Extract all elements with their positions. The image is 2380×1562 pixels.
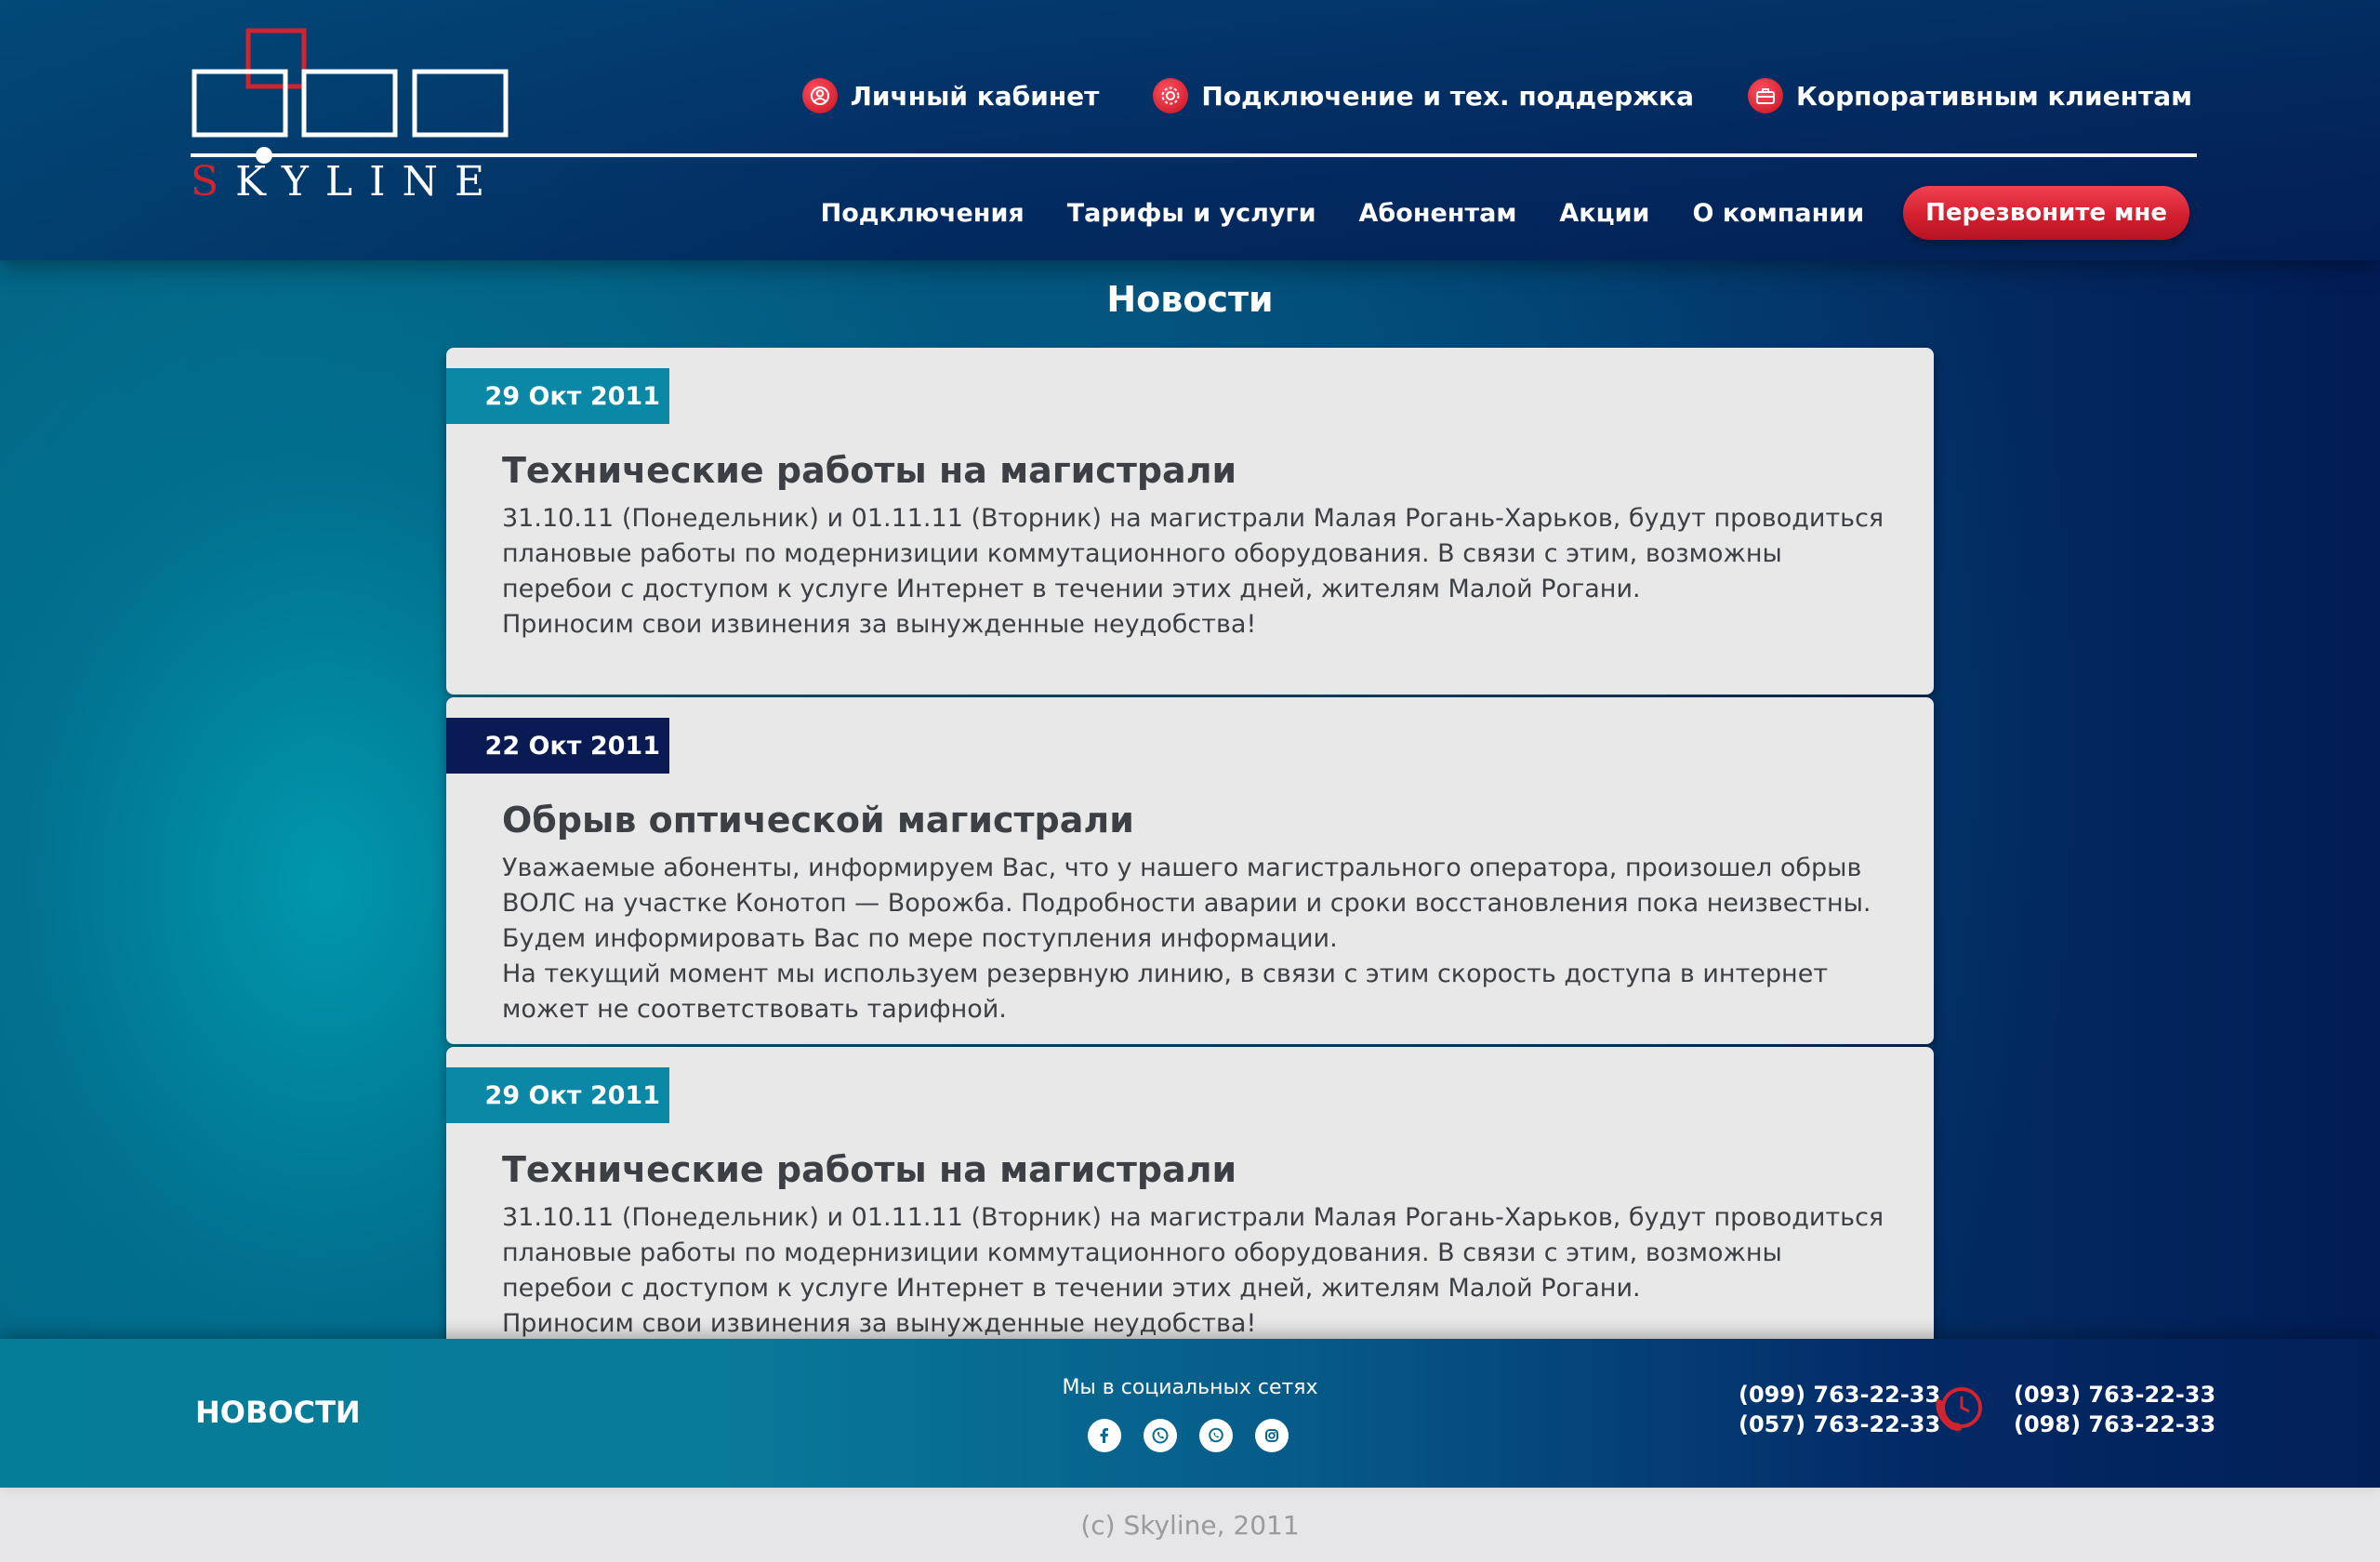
news-title[interactable]: Технические работы на магистрали [502,450,1236,491]
news-card: 29 Окт 2011 Технические работы на магист… [446,348,1934,695]
skyline-logo[interactable]: SKYLINE [191,28,511,205]
top-links: Личный кабинет Подключение и тех. поддер… [801,78,2192,113]
whatsapp-icon[interactable] [1199,1419,1233,1452]
instagram-icon[interactable] [1255,1419,1289,1452]
phone-number[interactable]: (093) 763-22-33 [2014,1380,2215,1410]
page-title: Новости [1106,279,1274,320]
header-divider [191,153,2197,157]
top-link-label: Корпоративным клиентам [1795,80,2192,112]
nav-about[interactable]: О компании [1692,199,1864,228]
top-link-label: Личный кабинет [850,80,1100,112]
logo-wordmark: SKYLINE [191,158,502,205]
phone-list-left: (099) 763-22-33 (057) 763-22-33 [1739,1380,1940,1439]
news-body: 31.10.11 (Понедельник) и 01.11.11 (Вторн… [502,1203,1884,1338]
callback-button[interactable]: Перезвоните мне [1903,186,2189,240]
news-date: 22 Окт 2011 [446,718,669,774]
personal-cabinet-link[interactable]: Личный кабинет [801,78,1100,113]
facebook-icon[interactable] [1088,1419,1121,1452]
nav-tariffs[interactable]: Тарифы и услуги [1067,199,1316,228]
support-link[interactable]: Подключение и тех. поддержка [1153,78,1694,113]
footer: НОВОСТИ Мы в социальных сетях (099) 763-… [0,1339,2380,1488]
gear-icon [1153,78,1189,113]
phone-number[interactable]: (098) 763-22-33 [2014,1410,2215,1439]
news-title[interactable]: Технические работы на магистрали [502,1149,1236,1190]
news-date: 29 Окт 2011 [446,368,669,424]
news-list: 29 Окт 2011 Технические работы на магист… [446,348,1934,1397]
social-icons [1088,1419,1289,1452]
phone-number[interactable]: (099) 763-22-33 [1739,1380,1940,1410]
corporate-clients-link[interactable]: Корпоративным клиентам [1747,78,2192,113]
main-nav: Подключения Тарифы и услуги Абонентам Ак… [821,186,2189,240]
copyright: (c) Skyline, 2011 [0,1488,2380,1562]
nav-connections[interactable]: Подключения [821,199,1025,228]
news-body: 31.10.11 (Понедельник) и 01.11.11 (Вторн… [502,504,1884,639]
news-card: 22 Окт 2011 Обрыв оптической магистрали … [446,697,1934,1044]
footer-news-link[interactable]: НОВОСТИ [195,1395,361,1430]
briefcase-icon [1747,78,1783,113]
top-link-label: Подключение и тех. поддержка [1201,80,1694,112]
nav-promotions[interactable]: Акции [1559,199,1649,228]
news-title[interactable]: Обрыв оптической магистрали [502,800,1134,841]
user-icon [801,78,838,113]
news-body: Уважаемые абоненты, информируем Вас, что… [502,854,1871,1024]
phone-number[interactable]: (057) 763-22-33 [1739,1410,1940,1439]
viber-icon[interactable] [1144,1419,1177,1452]
nav-subscribers[interactable]: Абонентам [1359,199,1517,228]
header: SKYLINE Личный кабинет Подключение и тех… [0,0,2380,260]
phone-list-right: (093) 763-22-33 (098) 763-22-33 [2014,1380,2215,1439]
phone-clock-icon [1936,1387,1982,1431]
news-date: 29 Окт 2011 [446,1067,669,1123]
